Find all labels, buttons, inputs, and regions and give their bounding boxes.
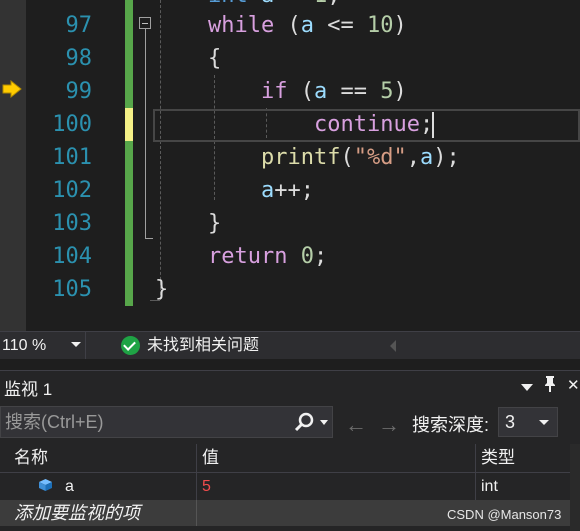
change-indicator-unsaved	[125, 108, 133, 141]
zoom-dropdown[interactable]: 110 %	[0, 332, 86, 359]
check-circle-icon[interactable]	[121, 336, 140, 355]
search-depth-label: 搜索深度:	[412, 415, 490, 435]
issues-status[interactable]: 未找到相关问题	[147, 332, 259, 359]
code-line-104: return 0;	[208, 244, 328, 269]
scroll-left-icon[interactable]	[390, 340, 396, 352]
line-number: 101	[52, 145, 92, 170]
change-indicator-saved	[125, 141, 133, 306]
code-line-105: }	[155, 277, 169, 302]
keyword: while	[208, 13, 275, 38]
collapse-outline-icon[interactable]	[139, 17, 151, 29]
code-line-100: continue;	[314, 112, 434, 137]
glyph-margin[interactable]	[0, 0, 26, 331]
keyword: if	[261, 79, 288, 104]
watch-item-value[interactable]: 5	[202, 473, 211, 500]
keyword: continue	[314, 112, 420, 137]
chevron-down-icon	[539, 420, 549, 425]
search-box	[0, 406, 333, 438]
pin-icon[interactable]	[543, 375, 557, 397]
line-number: 104	[52, 244, 92, 269]
line-number: 99	[65, 79, 93, 104]
change-indicator-saved	[125, 0, 133, 108]
search-depth-value: 3	[505, 412, 516, 432]
vertical-scrollbar[interactable]	[570, 444, 580, 531]
column-separator	[196, 500, 197, 526]
watch-item-name: a	[65, 478, 74, 495]
code-line-99: if (a == 5)	[261, 79, 407, 104]
window-position-dropdown-icon[interactable]	[521, 384, 533, 391]
keyword: return	[208, 244, 288, 269]
add-watch-placeholder[interactable]: 添加要监视的项	[14, 500, 140, 526]
search-options-chevron-icon[interactable]	[320, 420, 328, 425]
code-line-98: {	[208, 46, 222, 71]
code-line-102: a++;	[261, 178, 314, 203]
column-header-value[interactable]: 值	[197, 444, 475, 472]
watch-panel: 监视 1 ✕ ← → 搜索深度: 3 名称 值 类型 a 5	[0, 359, 580, 531]
code-line-101: printf("%d",a);	[261, 145, 460, 170]
search-next-button[interactable]: →	[378, 412, 400, 438]
close-icon[interactable]: ✕	[567, 376, 580, 394]
zoom-level: 110 %	[2, 337, 47, 354]
current-statement-arrow-icon	[2, 80, 22, 98]
outline-line	[145, 238, 153, 239]
editor-status-bar: 110 % 未找到相关问题	[0, 331, 580, 359]
search-icon[interactable]	[294, 412, 314, 432]
search-input[interactable]	[5, 407, 285, 437]
indent-guide	[160, 0, 161, 300]
variable-field-icon	[39, 479, 52, 491]
line-number: 102	[52, 178, 92, 203]
line-number: 105	[52, 277, 92, 302]
search-previous-button[interactable]: ←	[345, 412, 367, 438]
chevron-down-icon	[71, 342, 81, 347]
line-number: 100	[52, 112, 92, 137]
line-number: 98	[65, 46, 93, 71]
column-header-name[interactable]: 名称	[0, 444, 196, 472]
code-editor[interactable]: 97 98 99 100 101 102 103 104 105 int a =…	[0, 0, 580, 331]
line-number: 97	[65, 13, 93, 38]
column-header-type[interactable]: 类型	[476, 444, 570, 472]
panel-splitter[interactable]	[0, 359, 580, 371]
outline-line	[145, 29, 146, 238]
watermark: CSDN @Manson73	[447, 507, 562, 522]
watch-item-type: int	[481, 478, 498, 495]
function-name: printf	[261, 145, 341, 170]
code-line-103: }	[208, 211, 222, 236]
code-line-97: while (a <= 10)	[208, 13, 407, 38]
text-caret	[432, 112, 434, 138]
panel-title: 监视 1	[4, 380, 53, 399]
line-number: 103	[52, 211, 92, 236]
search-depth-select[interactable]: 3	[498, 407, 558, 437]
